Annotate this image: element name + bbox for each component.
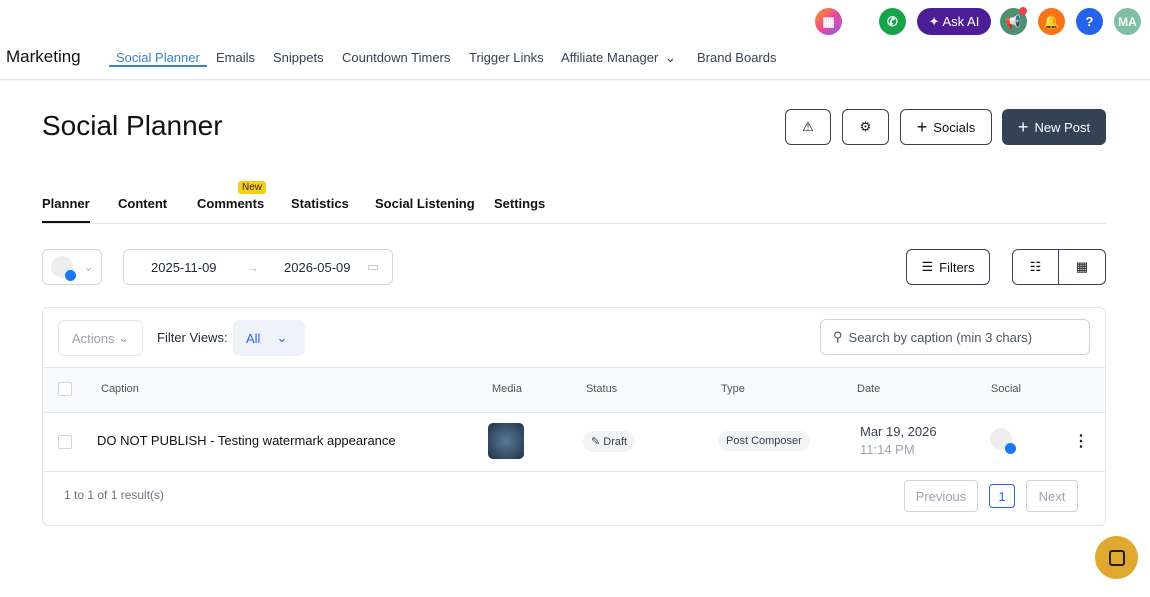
nav-trigger-links[interactable]: Trigger Links	[469, 50, 544, 65]
chat-icon	[1108, 549, 1125, 566]
date-range-picker[interactable]: 2025-11-09 → 2026-05-09 ▭	[123, 249, 393, 285]
filter-views-label: Filter Views:	[157, 330, 228, 345]
calendar-icon: ▭	[367, 259, 380, 274]
main-nav: Marketing Social Planner Emails Snippets…	[0, 40, 1150, 80]
chevron-down-icon: ⌄	[276, 330, 288, 345]
brand: Marketing	[6, 47, 81, 66]
post-caption[interactable]: DO NOT PUBLISH - Testing watermark appea…	[97, 433, 396, 448]
socials-button[interactable]: + Socials	[900, 109, 992, 145]
post-time: 11:14 PM	[860, 442, 915, 457]
col-date: Date	[857, 383, 881, 395]
previous-button[interactable]: Previous	[904, 480, 978, 512]
new-badge: New	[238, 181, 267, 194]
new-post-label: New Post	[1034, 119, 1091, 135]
plus-icon: +	[1017, 116, 1029, 137]
select-all-checkbox[interactable]	[58, 382, 72, 396]
col-status: Status	[586, 383, 618, 395]
page-title: Social Planner	[42, 110, 223, 141]
filters-button[interactable]: ☰ Filters	[906, 249, 990, 285]
search-input[interactable]: ⚲ Search by caption (min 3 chars)	[820, 319, 1090, 355]
actions-label: Actions	[71, 330, 115, 346]
plus-icon: +	[916, 116, 928, 137]
next-button[interactable]: Next	[1026, 480, 1078, 512]
edit-icon: ✎	[591, 436, 601, 448]
tab-content[interactable]: Content	[118, 196, 167, 211]
pagination-summary: 1 to 1 of 1 result(s)	[64, 488, 165, 502]
tab-comments[interactable]: Comments	[197, 196, 264, 211]
table-header	[43, 367, 1105, 413]
tab-planner[interactable]: Planner	[42, 196, 90, 223]
type-badge: Post Composer	[718, 431, 810, 451]
search-icon: ⚲	[833, 329, 843, 344]
tabs-divider	[42, 223, 1106, 224]
phone-icon[interactable]: ✆	[879, 8, 906, 35]
feedback-icon: ⚠	[802, 119, 814, 134]
more-options-icon[interactable]: ⋮	[1073, 431, 1089, 451]
chevron-down-icon: ⌄	[83, 259, 94, 274]
filter-icon: ☰	[921, 259, 934, 274]
tab-settings[interactable]: Settings	[494, 196, 545, 211]
arrow-right-icon: →	[246, 259, 259, 275]
ask-ai-button[interactable]: ✦ Ask AI	[917, 8, 991, 35]
new-post-button[interactable]: + New Post	[1002, 109, 1106, 145]
col-caption: Caption	[101, 383, 139, 395]
avatar[interactable]: MA	[1114, 8, 1141, 35]
media-thumbnail[interactable]	[488, 423, 524, 459]
account-selector[interactable]: ⌄	[42, 249, 102, 285]
filters-label: Filters	[939, 259, 975, 275]
nav-brand-boards[interactable]: Brand Boards	[697, 50, 777, 65]
filter-views-select[interactable]: All ⌄	[233, 320, 305, 356]
nav-emails[interactable]: Emails	[216, 50, 255, 65]
status-text: Draft	[603, 436, 628, 448]
tab-statistics[interactable]: Statistics	[291, 196, 349, 211]
nav-snippets[interactable]: Snippets	[273, 50, 324, 65]
filter-view-value: All	[246, 330, 261, 346]
row-divider	[43, 471, 1105, 472]
col-media: Media	[492, 383, 522, 395]
end-date[interactable]: 2026-05-09	[284, 260, 351, 275]
nav-social-planner[interactable]: Social Planner	[109, 50, 207, 67]
bell-icon[interactable]: 🔔	[1038, 8, 1065, 35]
post-date: Mar 19, 2026	[860, 424, 937, 439]
status-badge: ✎ Draft	[583, 431, 636, 452]
calendar-view-button[interactable]: ▦	[1058, 249, 1106, 285]
list-view-button[interactable]: ☷	[1012, 249, 1059, 285]
list-icon: ☷	[1029, 259, 1042, 274]
actions-dropdown[interactable]: Actions ⌄	[58, 320, 143, 356]
page-1-button[interactable]: 1	[989, 484, 1015, 508]
search-placeholder: Search by caption (min 3 chars)	[848, 329, 1033, 345]
nav-affiliate-manager[interactable]: Affiliate Manager	[561, 50, 658, 65]
gear-icon: ⚙	[859, 119, 872, 134]
feedback-button[interactable]: ⚠	[785, 109, 831, 145]
start-date[interactable]: 2025-11-09	[151, 260, 217, 275]
row-checkbox[interactable]	[58, 435, 72, 449]
megaphone-icon[interactable]: 📢	[1000, 7, 1027, 35]
settings-button[interactable]: ⚙	[842, 109, 889, 145]
calendar-icon: ▦	[1075, 259, 1089, 274]
account-avatar-icon	[51, 256, 76, 281]
app-switcher-icon[interactable]: ▦	[815, 8, 842, 35]
socials-label: Socials	[933, 119, 976, 135]
chat-widget-button[interactable]	[1095, 536, 1138, 579]
tab-social-listening[interactable]: Social Listening	[375, 196, 475, 211]
col-social: Social	[991, 383, 1021, 395]
social-account-icon	[990, 428, 1016, 454]
col-type: Type	[721, 383, 745, 395]
help-icon[interactable]: ?	[1076, 8, 1103, 35]
chevron-down-icon[interactable]: ⌄	[665, 50, 676, 66]
nav-countdown-timers[interactable]: Countdown Timers	[342, 50, 450, 65]
